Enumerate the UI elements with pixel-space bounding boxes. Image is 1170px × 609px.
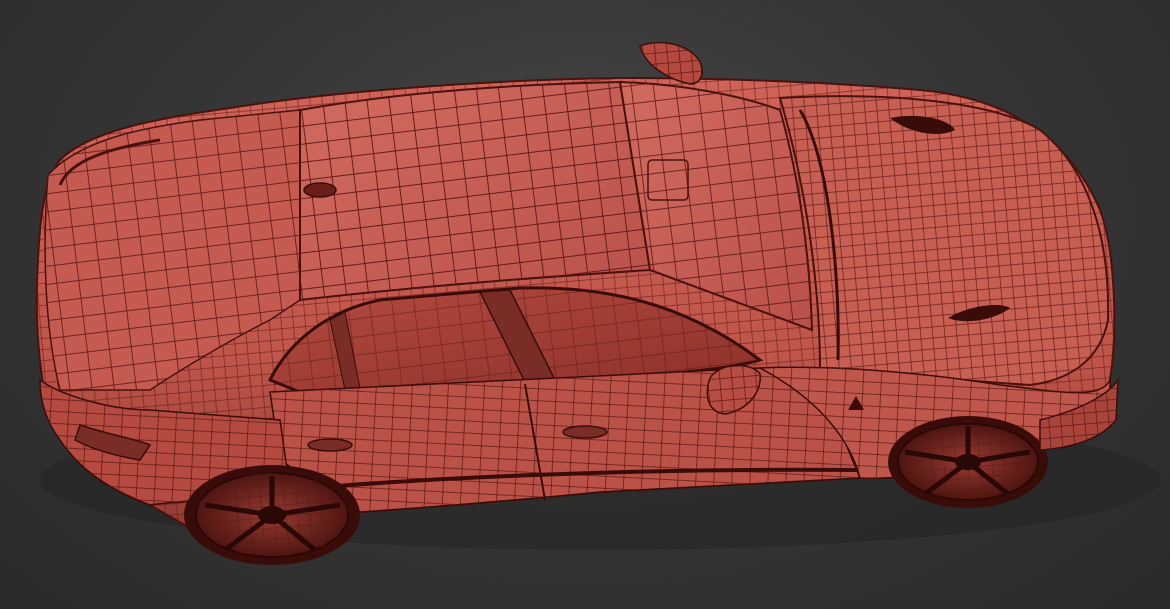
roof-antenna [303, 182, 337, 198]
roof-panel [299, 80, 652, 302]
door-handle-front [562, 425, 608, 439]
front-wheel [888, 416, 1048, 508]
3d-viewport[interactable] [0, 0, 1170, 609]
car-model [35, 41, 1160, 565]
hood [778, 95, 1110, 387]
rear-wheel [184, 465, 360, 565]
door-handle-rear [307, 438, 353, 452]
